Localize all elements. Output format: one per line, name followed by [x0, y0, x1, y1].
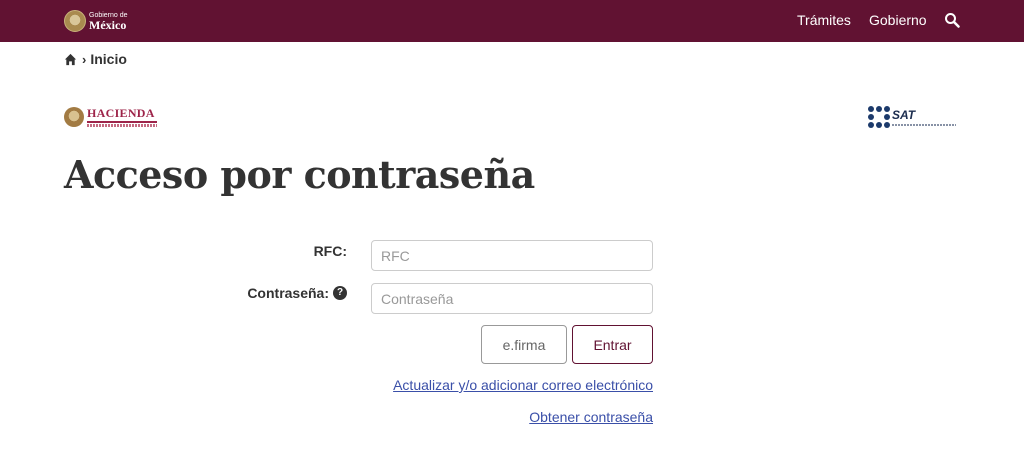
nav-tramites-link[interactable]: Trámites: [797, 12, 851, 28]
hacienda-logo: HACIENDA: [64, 107, 157, 127]
sat-dots-icon: [868, 106, 890, 128]
efirma-button[interactable]: e.firma: [481, 325, 567, 364]
search-icon[interactable]: [944, 12, 960, 28]
home-icon[interactable]: [64, 53, 77, 66]
logo-big-text: México: [89, 17, 127, 32]
national-seal-icon: [64, 10, 86, 32]
rfc-label: RFC:: [313, 243, 347, 259]
nav-gobierno-link[interactable]: Gobierno: [869, 12, 927, 28]
get-password-link[interactable]: Obtener contraseña: [529, 409, 653, 425]
breadcrumb: › Inicio: [64, 51, 127, 67]
breadcrumb-current[interactable]: Inicio: [90, 51, 127, 67]
update-email-link[interactable]: Actualizar y/o adicionar correo electrón…: [393, 377, 653, 393]
hacienda-seal-icon: [64, 107, 84, 127]
entrar-button[interactable]: Entrar: [572, 325, 653, 364]
sat-logo-text: SAT: [892, 107, 916, 122]
page-title: Acceso por contraseña: [64, 152, 535, 197]
password-label-group: Contraseña: ?: [200, 285, 347, 301]
rfc-input[interactable]: [371, 240, 653, 271]
hacienda-logo-text: HACIENDA: [87, 106, 155, 120]
top-navbar: Gobierno de México Trámites Gobierno: [0, 0, 1024, 42]
password-label: Contraseña:: [247, 285, 329, 301]
question-circle-icon[interactable]: ?: [333, 286, 347, 300]
breadcrumb-separator: ›: [82, 51, 87, 67]
gobierno-de-mexico-logo[interactable]: Gobierno de México: [64, 7, 128, 35]
sat-logo: SAT: [868, 106, 956, 128]
password-input[interactable]: [371, 283, 653, 314]
